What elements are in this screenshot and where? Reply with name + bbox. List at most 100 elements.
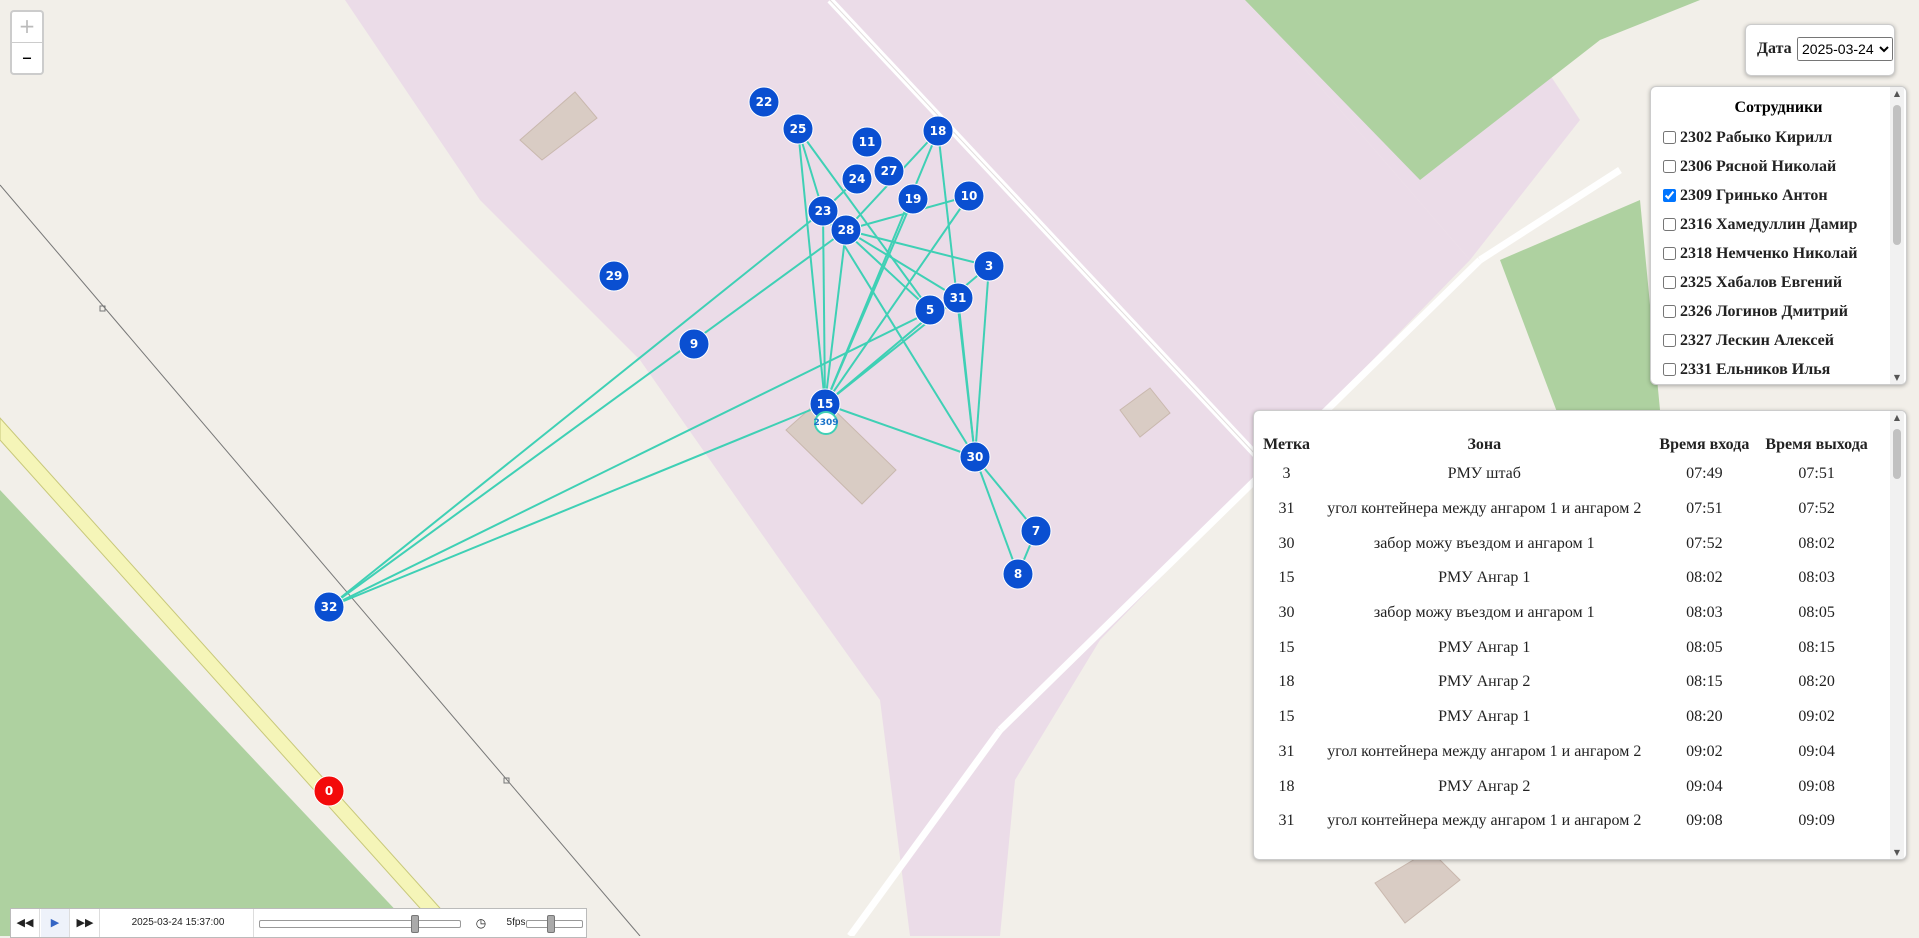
scroll-up-icon[interactable]: ▲ <box>1890 413 1904 422</box>
beacon-marker[interactable]: 32 <box>313 591 345 623</box>
beacon-marker[interactable]: 9 <box>678 328 710 360</box>
table-row[interactable]: 31 угол контейнера между ангаром 1 и анга… <box>1256 804 1876 839</box>
zone-cell: угол контейнера между ангаром 1 и ангаро… <box>1327 500 1642 518</box>
table-row[interactable]: 15 РМУ Ангар 1 08:05 08:15 <box>1256 630 1876 665</box>
tag-cell: 15 <box>1278 638 1295 656</box>
rewind-button[interactable]: ◀◀ <box>11 909 40 937</box>
timeline-thumb[interactable] <box>411 915 420 933</box>
table-header-row: Метка Зона Время входа Время выхода <box>1256 433 1876 457</box>
employee-checkbox[interactable] <box>1663 334 1676 347</box>
employee-item[interactable]: 2316 Хамедуллин Дамир <box>1661 210 1857 239</box>
scroll-down-icon[interactable]: ▼ <box>1890 848 1904 857</box>
employee-item[interactable]: 2325 Хабалов Евгений <box>1661 268 1857 297</box>
employee-checkbox[interactable] <box>1663 160 1676 173</box>
entry-time-cell: 07:51 <box>1686 500 1723 518</box>
employee-checkbox[interactable] <box>1663 247 1676 260</box>
timeline-slider[interactable] <box>259 915 461 933</box>
beacon-marker[interactable]: 10 <box>953 180 985 212</box>
scroll-down-icon[interactable]: ▼ <box>1890 373 1904 382</box>
employee-label: 2302 Рабыко Кирилл <box>1680 128 1833 146</box>
entry-time-cell: 08:05 <box>1686 638 1723 656</box>
beacon-marker[interactable]: 31 <box>942 282 974 314</box>
employee-checkbox[interactable] <box>1663 276 1676 289</box>
clock-icon[interactable]: ◷ <box>469 909 493 937</box>
table-row[interactable]: 18 РМУ Ангар 2 08:15 08:20 <box>1256 665 1876 700</box>
forward-button[interactable]: ▶▶ <box>71 909 100 937</box>
zone-cell: забор можу въездом и ангаром 1 <box>1373 534 1595 552</box>
column-header: Метка <box>1263 436 1310 453</box>
beacon-marker[interactable]: 29 <box>598 260 630 292</box>
marker-label: 28 <box>838 223 855 237</box>
beacon-marker[interactable]: 5 <box>914 294 946 326</box>
zoom-out-button[interactable]: – <box>12 43 42 73</box>
employee-checkbox[interactable] <box>1663 189 1676 202</box>
employee-label: 2309 Гринько Антон <box>1680 186 1828 204</box>
beacon-marker[interactable]: 0 <box>313 775 345 807</box>
date-label: Дата <box>1757 40 1792 57</box>
employee-item[interactable]: 2327 Лескин Алексей <box>1661 326 1857 355</box>
employee-item[interactable]: 2326 Логинов Дмитрий <box>1661 297 1857 326</box>
employee-item[interactable]: 2306 Рясной Николай <box>1661 152 1857 181</box>
employee-item[interactable]: 2302 Рабыко Кирилл <box>1661 123 1857 152</box>
exit-time-cell: 07:51 <box>1798 465 1835 483</box>
scroll-up-icon[interactable]: ▲ <box>1890 89 1904 98</box>
marker-label: 9 <box>690 337 698 351</box>
play-button[interactable]: ▶ <box>41 909 70 937</box>
employee-item[interactable]: 2309 Гринько Антон <box>1661 181 1857 210</box>
employee-checkbox[interactable] <box>1663 131 1676 144</box>
beacon-marker[interactable]: 8 <box>1002 558 1034 590</box>
marker-label: 19 <box>905 192 922 206</box>
marker-label: 25 <box>790 122 807 136</box>
table-row[interactable]: 3 РМУ штаб 07:49 07:51 <box>1256 457 1876 492</box>
playback-datetime: 2025-03-24 15:37:00 <box>103 909 254 937</box>
tag-cell: 31 <box>1278 812 1295 830</box>
employee-item[interactable]: 2318 Немченко Николай <box>1661 239 1857 268</box>
scroll-thumb[interactable] <box>1893 105 1901 245</box>
beacon-marker[interactable]: 3 <box>973 250 1005 282</box>
zone-cell: угол контейнера между ангаром 1 и ангаро… <box>1327 742 1642 760</box>
employee-item[interactable]: 2331 Ельников Илья <box>1661 355 1857 384</box>
beacon-marker[interactable]: 28 <box>830 214 862 246</box>
employee-checkbox[interactable] <box>1663 218 1676 231</box>
beacon-marker[interactable]: 27 <box>873 155 905 187</box>
scroll-thumb[interactable] <box>1893 429 1901 479</box>
beacon-marker[interactable]: 18 <box>922 115 954 147</box>
table-row[interactable]: 15 РМУ Ангар 1 08:20 09:02 <box>1256 700 1876 735</box>
beacon-marker[interactable]: 11 <box>851 126 883 158</box>
zone-cell: РМУ Ангар 2 <box>1438 777 1531 795</box>
speed-slider[interactable] <box>526 915 583 933</box>
beacon-marker[interactable]: 30 <box>959 441 991 473</box>
marker-label: 0 <box>325 784 333 798</box>
column-header: Время выхода <box>1765 436 1868 453</box>
speed-thumb[interactable] <box>546 915 555 933</box>
employee-label: 2326 Логинов Дмитрий <box>1680 302 1848 320</box>
beacon-marker[interactable]: 24 <box>841 163 873 195</box>
exit-time-cell: 09:08 <box>1798 777 1835 795</box>
employee-checkbox[interactable] <box>1663 363 1676 376</box>
beacon-marker[interactable]: 19 <box>897 183 929 215</box>
employee-label: 2325 Хабалов Евгений <box>1680 273 1843 291</box>
table-row[interactable]: 30 забор можу въездом и ангаром 1 07:52 08:… <box>1256 526 1876 561</box>
beacon-marker[interactable]: 25 <box>782 113 814 145</box>
entry-time-cell: 08:20 <box>1686 708 1723 726</box>
zone-cell: угол контейнера между ангаром 1 и ангаро… <box>1327 812 1642 830</box>
zoom-in-button[interactable]: + <box>12 12 42 42</box>
employees-scrollbar[interactable]: ▲ ▼ <box>1890 87 1904 384</box>
person-marker[interactable]: 2309 <box>813 411 839 435</box>
table-row[interactable]: 30 забор можу въездом и ангаром 1 08:03 08:… <box>1256 596 1876 631</box>
entry-time-cell: 07:52 <box>1686 534 1723 552</box>
table-row[interactable]: 31 угол контейнера между ангаром 1 и анга… <box>1256 735 1876 770</box>
visits-scrollbar[interactable]: ▲ ▼ <box>1890 411 1904 859</box>
table-row[interactable]: 18 РМУ Ангар 2 09:04 09:08 <box>1256 769 1876 804</box>
date-select[interactable]: 2025-03-24 <box>1797 37 1893 61</box>
tag-cell: 18 <box>1278 673 1295 691</box>
beacon-marker[interactable]: 22 <box>748 86 780 118</box>
table-row[interactable]: 31 угол контейнера между ангаром 1 и анга… <box>1256 492 1876 527</box>
employees-title: Сотрудники <box>1734 99 1823 116</box>
table-row[interactable]: 15 РМУ Ангар 1 08:02 08:03 <box>1256 561 1876 596</box>
employee-checkbox[interactable] <box>1663 305 1676 318</box>
marker-label: 27 <box>881 164 898 178</box>
tag-cell: 31 <box>1278 500 1295 518</box>
tag-cell: 31 <box>1278 742 1295 760</box>
beacon-marker[interactable]: 7 <box>1020 515 1052 547</box>
